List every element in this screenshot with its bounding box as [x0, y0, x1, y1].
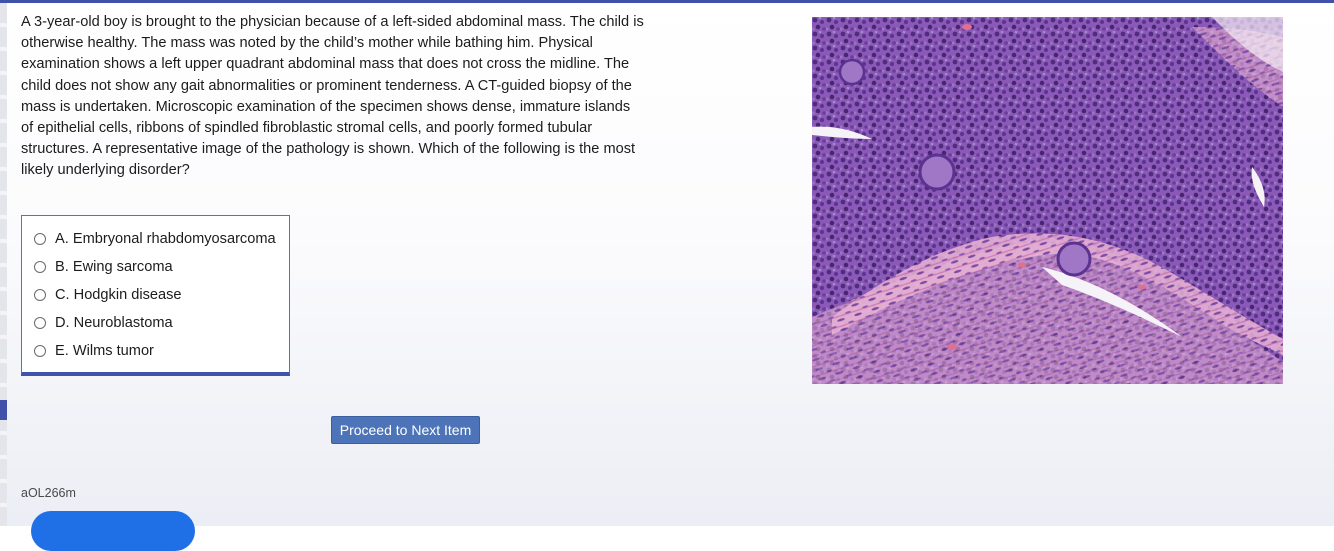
- choice-label: A. Embryonal rhabdomyosarcoma: [55, 231, 276, 247]
- radio-button[interactable]: [34, 345, 46, 357]
- choice-label: C. Hodgkin disease: [55, 287, 182, 303]
- question-stem: A 3-year-old boy is brought to the physi…: [21, 14, 644, 179]
- radio-button[interactable]: [34, 317, 46, 329]
- answer-choices: A. Embryonal rhabdomyosarcoma B. Ewing s…: [21, 215, 290, 376]
- radio-button[interactable]: [34, 261, 46, 273]
- radio-button[interactable]: [34, 233, 46, 245]
- choice-label: B. Ewing sarcoma: [55, 259, 173, 275]
- micrograph-svg: [812, 17, 1283, 384]
- choice-a[interactable]: A. Embryonal rhabdomyosarcoma: [34, 228, 276, 250]
- radio-button[interactable]: [34, 289, 46, 301]
- choice-d[interactable]: D. Neuroblastoma: [34, 312, 173, 334]
- item-id: aOL266m: [21, 486, 76, 500]
- histology-micrograph-image: [812, 17, 1283, 384]
- choice-c[interactable]: C. Hodgkin disease: [34, 284, 182, 306]
- choice-e[interactable]: E. Wilms tumor: [34, 340, 154, 362]
- choice-label: D. Neuroblastoma: [55, 315, 173, 331]
- top-accent-bar: [0, 0, 1334, 3]
- blue-pill-button[interactable]: [31, 511, 195, 551]
- item-navigation-rail[interactable]: [0, 3, 7, 526]
- choice-b[interactable]: B. Ewing sarcoma: [34, 256, 173, 278]
- proceed-next-button[interactable]: Proceed to Next Item: [331, 416, 480, 444]
- choice-label: E. Wilms tumor: [55, 343, 154, 359]
- current-item-marker: [0, 400, 7, 420]
